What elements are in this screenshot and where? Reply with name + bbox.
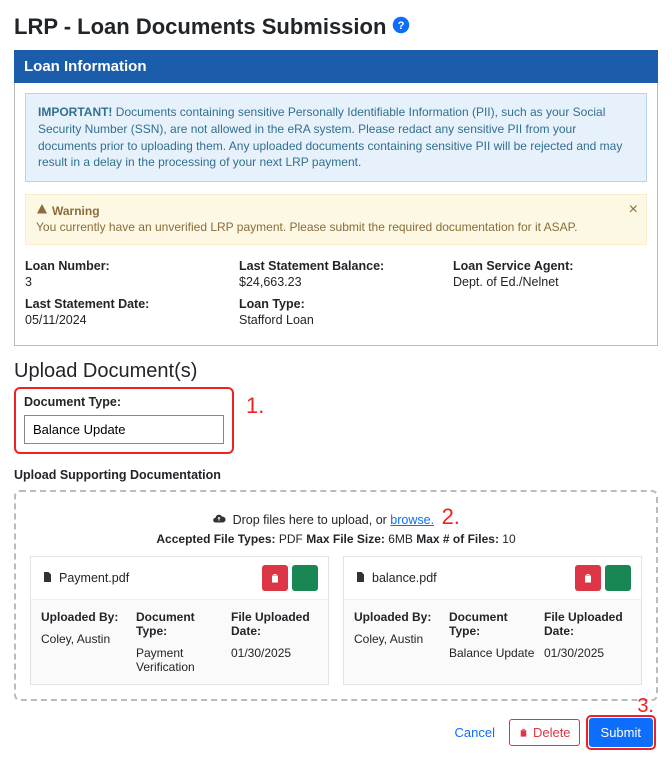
agent-value: Dept. of Ed./Nelnet [453,275,647,289]
accepted-value: PDF [276,532,307,546]
file-name: balance.pdf [354,570,571,587]
page-title: LRP - Loan Documents Submission ? [14,14,658,40]
accepted-line: Accepted File Types: PDF Max File Size: … [30,532,642,546]
footer-actions: 3. Cancel Delete Submit [14,715,658,750]
stmt-date-label: Last Statement Date: [25,297,219,311]
browse-link[interactable]: browse. [390,513,434,527]
file-name-text: balance.pdf [372,571,437,585]
balance-label: Last Statement Balance: [239,259,433,273]
loan-info-body: IMPORTANT! Documents containing sensitiv… [14,83,658,346]
uploaded-by-value: Coley, Austin [354,632,441,646]
agent-label: Loan Service Agent: [453,259,647,273]
doc-type-input[interactable] [24,415,224,444]
submit-button[interactable]: Submit [589,718,653,747]
accepted-label: Accepted File Types: [156,532,275,546]
annotation-3: 3. [637,695,654,718]
file-date-value: 01/30/2025 [231,646,318,660]
file-card: balance.pdf Uploaded By: Coley, Austin Do… [343,556,642,685]
file-card: Payment.pdf Uploaded By: Coley, Austin Do… [30,556,329,685]
close-icon[interactable]: × [629,201,638,219]
loan-type-label: Loan Type: [239,297,433,311]
file-name-text: Payment.pdf [59,571,129,585]
max-files-label: Max # of Files: [416,532,499,546]
delete-button-label: Delete [533,725,571,740]
warning-alert: × Warning You currently have an unverifi… [25,194,647,245]
warning-title: Warning [52,204,100,218]
uploaded-by-label: Uploaded By: [41,610,128,624]
max-size-label: Max File Size: [306,532,385,546]
stmt-date-value: 05/11/2024 [25,313,219,327]
file-doc-type-label: Document Type: [449,610,536,638]
file-delete-button[interactable] [575,565,601,591]
max-files-value: 10 [499,532,516,546]
file-download-button[interactable] [605,565,631,591]
loan-number-value: 3 [25,275,219,289]
doc-type-row: Document Type: 1. [14,387,658,454]
uploaded-by-value: Coley, Austin [41,632,128,646]
trash-icon [518,727,529,738]
file-cards: Payment.pdf Uploaded By: Coley, Austin Do… [30,556,642,685]
doc-type-box: Document Type: [14,387,234,454]
file-icon [41,570,53,587]
file-name: Payment.pdf [41,570,258,587]
supporting-doc-title: Upload Supporting Documentation [14,468,658,482]
annotation-2: 2. [442,504,460,529]
important-text: Documents containing sensitive Personall… [38,105,622,169]
loan-info-grid: Loan Number: 3 Last Statement Date: 05/1… [25,259,647,335]
dropzone[interactable]: Drop files here to upload, or browse. 2.… [14,490,658,701]
max-size-value: 6MB [385,532,416,546]
important-alert: IMPORTANT! Documents containing sensitiv… [25,93,647,182]
balance-value: $24,663.23 [239,275,433,289]
upload-section-title: Upload Document(s) [14,360,658,383]
cloud-upload-icon [212,513,232,527]
svg-text:?: ? [398,20,405,32]
file-download-button[interactable] [292,565,318,591]
warning-text: You currently have an unverified LRP pay… [36,220,636,234]
cancel-button[interactable]: Cancel [446,719,502,746]
file-doc-type-value: Payment Verification [136,646,223,674]
file-icon [354,570,366,587]
doc-type-label: Document Type: [24,395,224,409]
page-title-text: LRP - Loan Documents Submission [14,14,386,40]
annotation-1: 1. [246,393,264,419]
file-date-label: File Uploaded Date: [544,610,631,638]
warning-icon [36,203,48,218]
file-date-label: File Uploaded Date: [231,610,318,638]
file-date-value: 01/30/2025 [544,646,631,660]
file-doc-type-value: Balance Update [449,646,536,660]
submit-highlight: Submit [586,715,656,750]
loan-number-label: Loan Number: [25,259,219,273]
delete-button[interactable]: Delete [509,719,580,746]
drop-instruction: Drop files here to upload, or browse. 2. [30,504,642,530]
file-delete-button[interactable] [262,565,288,591]
loan-info-header: Loan Information [14,50,658,83]
uploaded-by-label: Uploaded By: [354,610,441,624]
loan-type-value: Stafford Loan [239,313,433,327]
drop-text: Drop files here to upload, or [233,513,391,527]
important-label: IMPORTANT! [38,105,112,119]
file-doc-type-label: Document Type: [136,610,223,638]
help-icon[interactable]: ? [392,14,410,40]
